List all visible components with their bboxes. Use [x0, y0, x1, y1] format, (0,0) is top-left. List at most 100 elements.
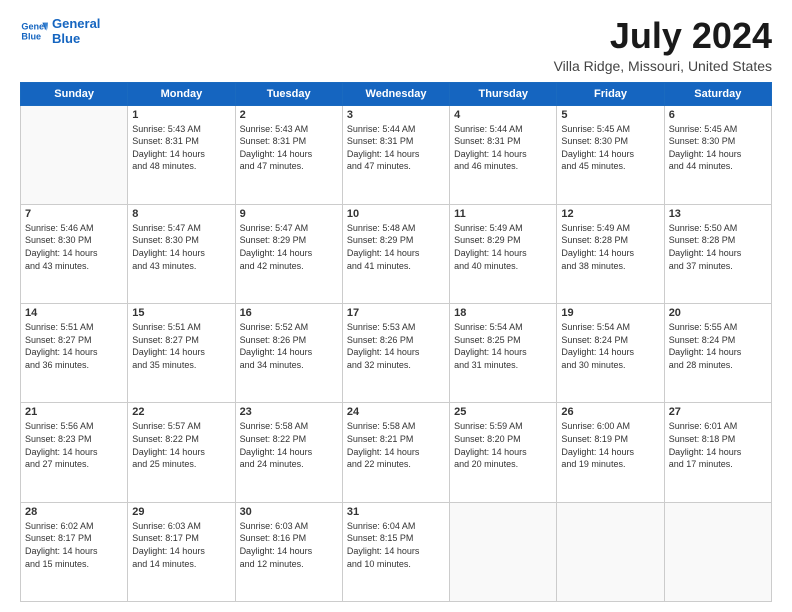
day-number: 7: [25, 208, 123, 220]
calendar-cell: 12Sunrise: 5:49 AM Sunset: 8:28 PM Dayli…: [557, 204, 664, 303]
calendar-day-header: Wednesday: [342, 82, 449, 105]
calendar-day-header: Tuesday: [235, 82, 342, 105]
calendar-cell: [450, 502, 557, 601]
day-number: 14: [25, 307, 123, 319]
calendar-cell: [664, 502, 771, 601]
cell-text: Sunrise: 5:44 AM Sunset: 8:31 PM Dayligh…: [454, 123, 552, 173]
title-section: July 2024 Villa Ridge, Missouri, United …: [554, 16, 772, 74]
calendar-cell: 4 Sunrise: 5:44 AM Sunset: 8:31 PM Daylig…: [450, 105, 557, 204]
day-number: 17: [347, 307, 445, 319]
calendar-cell: 2 Sunrise: 5:43 AM Sunset: 8:31 PM Daylig…: [235, 105, 342, 204]
calendar-cell: 16Sunrise: 5:52 AM Sunset: 8:26 PM Dayli…: [235, 304, 342, 403]
calendar-cell: 24Sunrise: 5:58 AM Sunset: 8:21 PM Dayli…: [342, 403, 449, 502]
day-number: 9: [240, 208, 338, 220]
calendar-day-header: Thursday: [450, 82, 557, 105]
cell-text: Sunrise: 5:46 AM Sunset: 8:30 PM Dayligh…: [25, 222, 123, 272]
cell-text: Sunrise: 5:44 AM Sunset: 8:31 PM Dayligh…: [347, 123, 445, 173]
cell-text: Sunrise: 5:51 AM Sunset: 8:27 PM Dayligh…: [132, 321, 230, 371]
cell-text: Sunrise: 5:45 AM Sunset: 8:30 PM Dayligh…: [561, 123, 659, 173]
cell-text: Sunrise: 5:47 AM Sunset: 8:29 PM Dayligh…: [240, 222, 338, 272]
calendar-body: 1 Sunrise: 5:43 AM Sunset: 8:31 PM Daylig…: [21, 105, 772, 601]
day-number: 24: [347, 406, 445, 418]
calendar-cell: 19Sunrise: 5:54 AM Sunset: 8:24 PM Dayli…: [557, 304, 664, 403]
calendar-header-row: SundayMondayTuesdayWednesdayThursdayFrid…: [21, 82, 772, 105]
day-number: 26: [561, 406, 659, 418]
cell-text: Sunrise: 6:01 AM Sunset: 8:18 PM Dayligh…: [669, 420, 767, 470]
cell-text: Sunrise: 5:43 AM Sunset: 8:31 PM Dayligh…: [132, 123, 230, 173]
main-title: July 2024: [554, 16, 772, 56]
calendar-cell: 17Sunrise: 5:53 AM Sunset: 8:26 PM Dayli…: [342, 304, 449, 403]
calendar-cell: 26 Sunrise: 6:00 AM Sunset: 8:19 PM Dayli…: [557, 403, 664, 502]
day-number: 29: [132, 506, 230, 518]
calendar-cell: 20 Sunrise: 5:55 AM Sunset: 8:24 PM Dayli…: [664, 304, 771, 403]
day-number: 16: [240, 307, 338, 319]
cell-text: Sunrise: 6:03 AM Sunset: 8:17 PM Dayligh…: [132, 520, 230, 570]
cell-text: Sunrise: 5:43 AM Sunset: 8:31 PM Dayligh…: [240, 123, 338, 173]
calendar-day-header: Friday: [557, 82, 664, 105]
calendar-cell: 10Sunrise: 5:48 AM Sunset: 8:29 PM Dayli…: [342, 204, 449, 303]
calendar-cell: 5 Sunrise: 5:45 AM Sunset: 8:30 PM Daylig…: [557, 105, 664, 204]
day-number: 3: [347, 109, 445, 121]
calendar-cell: 6Sunrise: 5:45 AM Sunset: 8:30 PM Daylig…: [664, 105, 771, 204]
page: General Blue General Blue July 2024 Vill…: [0, 0, 792, 612]
cell-text: Sunrise: 5:50 AM Sunset: 8:28 PM Dayligh…: [669, 222, 767, 272]
calendar-cell: [557, 502, 664, 601]
calendar-week-row: 14 Sunrise: 5:51 AM Sunset: 8:27 PM Dayli…: [21, 304, 772, 403]
day-number: 11: [454, 208, 552, 220]
cell-text: Sunrise: 5:49 AM Sunset: 8:29 PM Dayligh…: [454, 222, 552, 272]
calendar-cell: 7 Sunrise: 5:46 AM Sunset: 8:30 PM Daylig…: [21, 204, 128, 303]
day-number: 8: [132, 208, 230, 220]
calendar-cell: 3 Sunrise: 5:44 AM Sunset: 8:31 PM Daylig…: [342, 105, 449, 204]
cell-text: Sunrise: 5:54 AM Sunset: 8:25 PM Dayligh…: [454, 321, 552, 371]
subtitle: Villa Ridge, Missouri, United States: [554, 58, 772, 74]
calendar-cell: 27 Sunrise: 6:01 AM Sunset: 8:18 PM Dayli…: [664, 403, 771, 502]
calendar-cell: 9 Sunrise: 5:47 AM Sunset: 8:29 PM Daylig…: [235, 204, 342, 303]
calendar-day-header: Saturday: [664, 82, 771, 105]
cell-text: Sunrise: 5:48 AM Sunset: 8:29 PM Dayligh…: [347, 222, 445, 272]
calendar-cell: 14 Sunrise: 5:51 AM Sunset: 8:27 PM Dayli…: [21, 304, 128, 403]
cell-text: Sunrise: 5:49 AM Sunset: 8:28 PM Dayligh…: [561, 222, 659, 272]
calendar-week-row: 1 Sunrise: 5:43 AM Sunset: 8:31 PM Daylig…: [21, 105, 772, 204]
logo: General Blue General Blue: [20, 16, 100, 46]
day-number: 13: [669, 208, 767, 220]
calendar-cell: [21, 105, 128, 204]
day-number: 5: [561, 109, 659, 121]
day-number: 27: [669, 406, 767, 418]
calendar-cell: 11 Sunrise: 5:49 AM Sunset: 8:29 PM Dayli…: [450, 204, 557, 303]
day-number: 2: [240, 109, 338, 121]
day-number: 23: [240, 406, 338, 418]
cell-text: Sunrise: 6:00 AM Sunset: 8:19 PM Dayligh…: [561, 420, 659, 470]
day-number: 28: [25, 506, 123, 518]
calendar-cell: 23Sunrise: 5:58 AM Sunset: 8:22 PM Dayli…: [235, 403, 342, 502]
day-number: 18: [454, 307, 552, 319]
calendar-day-header: Monday: [128, 82, 235, 105]
logo-icon: General Blue: [20, 17, 48, 45]
calendar-cell: 15 Sunrise: 5:51 AM Sunset: 8:27 PM Dayli…: [128, 304, 235, 403]
day-number: 25: [454, 406, 552, 418]
calendar-week-row: 28 Sunrise: 6:02 AM Sunset: 8:17 PM Dayli…: [21, 502, 772, 601]
cell-text: Sunrise: 6:04 AM Sunset: 8:15 PM Dayligh…: [347, 520, 445, 570]
cell-text: Sunrise: 5:56 AM Sunset: 8:23 PM Dayligh…: [25, 420, 123, 470]
cell-text: Sunrise: 5:55 AM Sunset: 8:24 PM Dayligh…: [669, 321, 767, 371]
day-number: 15: [132, 307, 230, 319]
calendar-week-row: 7 Sunrise: 5:46 AM Sunset: 8:30 PM Daylig…: [21, 204, 772, 303]
calendar-week-row: 21 Sunrise: 5:56 AM Sunset: 8:23 PM Dayli…: [21, 403, 772, 502]
day-number: 1: [132, 109, 230, 121]
cell-text: Sunrise: 5:54 AM Sunset: 8:24 PM Dayligh…: [561, 321, 659, 371]
calendar-table: SundayMondayTuesdayWednesdayThursdayFrid…: [20, 82, 772, 602]
day-number: 31: [347, 506, 445, 518]
svg-text:Blue: Blue: [21, 31, 41, 41]
day-number: 4: [454, 109, 552, 121]
calendar-cell: 29 Sunrise: 6:03 AM Sunset: 8:17 PM Dayli…: [128, 502, 235, 601]
calendar-cell: 8Sunrise: 5:47 AM Sunset: 8:30 PM Daylig…: [128, 204, 235, 303]
header: General Blue General Blue July 2024 Vill…: [20, 16, 772, 74]
day-number: 20: [669, 307, 767, 319]
cell-text: Sunrise: 5:51 AM Sunset: 8:27 PM Dayligh…: [25, 321, 123, 371]
calendar-day-header: Sunday: [21, 82, 128, 105]
day-number: 21: [25, 406, 123, 418]
cell-text: Sunrise: 6:03 AM Sunset: 8:16 PM Dayligh…: [240, 520, 338, 570]
day-number: 30: [240, 506, 338, 518]
calendar-cell: 1 Sunrise: 5:43 AM Sunset: 8:31 PM Daylig…: [128, 105, 235, 204]
calendar-cell: 28 Sunrise: 6:02 AM Sunset: 8:17 PM Dayli…: [21, 502, 128, 601]
cell-text: Sunrise: 6:02 AM Sunset: 8:17 PM Dayligh…: [25, 520, 123, 570]
